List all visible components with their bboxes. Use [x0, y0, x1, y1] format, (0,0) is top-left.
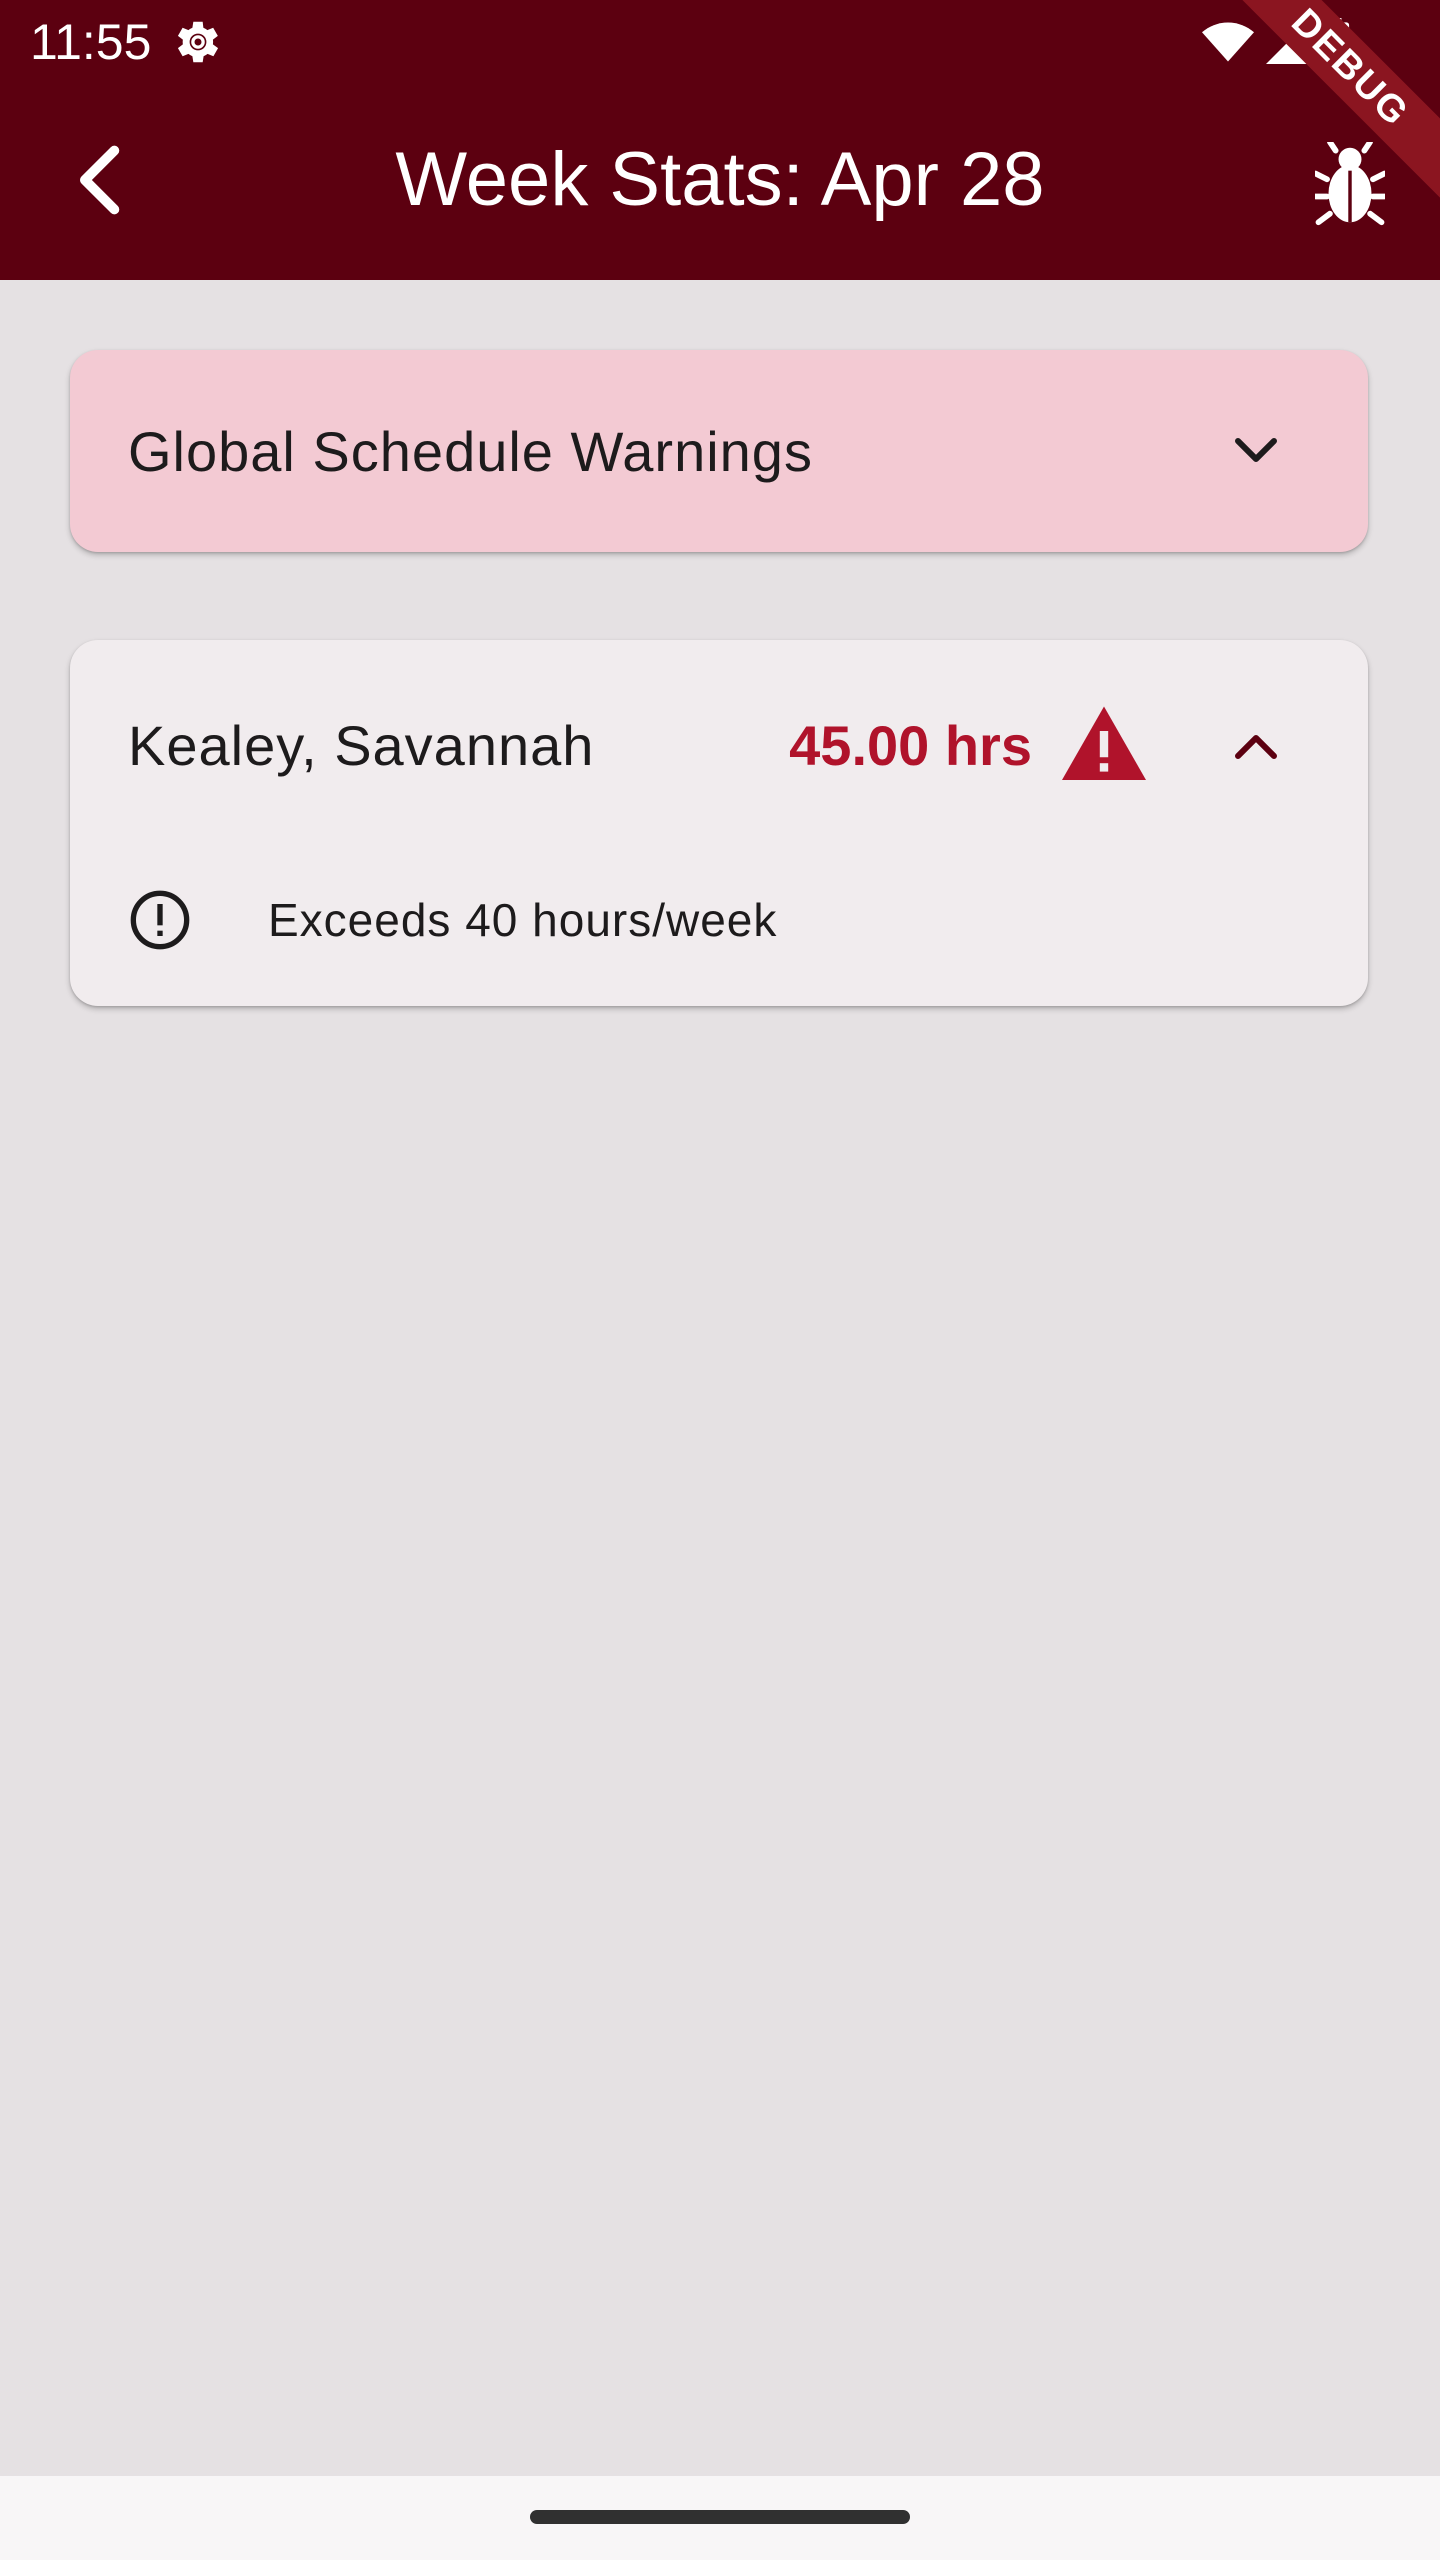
employee-hours: 45.00 hrs: [789, 713, 1032, 777]
chevron-up-icon: [1235, 735, 1277, 759]
settings-gear-icon: [177, 21, 219, 63]
global-warnings-card[interactable]: Global Schedule Warnings: [70, 350, 1368, 552]
home-gesture-handle[interactable]: [530, 2510, 910, 2524]
chevron-down-icon: [1235, 438, 1277, 462]
collapse-button[interactable]: [1216, 706, 1296, 786]
expand-button[interactable]: [1216, 411, 1296, 491]
status-time: 11:55: [30, 14, 152, 70]
app-header: 11:55 Week Stats: Apr 28 DEBUG: [0, 0, 1440, 280]
employee-name: Kealey, Savannah: [128, 713, 595, 777]
screen: 11:55 Week Stats: Apr 28 DEBUG Global Sc…: [0, 0, 1440, 2560]
warning-triangle-icon: [1062, 706, 1146, 780]
page-title: Week Stats: Apr 28: [395, 137, 1045, 222]
exclamation-circle-icon: [130, 890, 190, 950]
global-warnings-title: Global Schedule Warnings: [128, 419, 813, 483]
wifi-icon: [1202, 22, 1254, 62]
debug-bug-button[interactable]: [1300, 130, 1400, 240]
employee-card[interactable]: Kealey, Savannah 45.00 hrs Exceeds 40 ho…: [70, 640, 1368, 1006]
warning-item: Exceeds 40 hours/week: [128, 880, 777, 960]
warning-text: Exceeds 40 hours/week: [268, 894, 778, 946]
bug-icon: [1315, 142, 1385, 226]
